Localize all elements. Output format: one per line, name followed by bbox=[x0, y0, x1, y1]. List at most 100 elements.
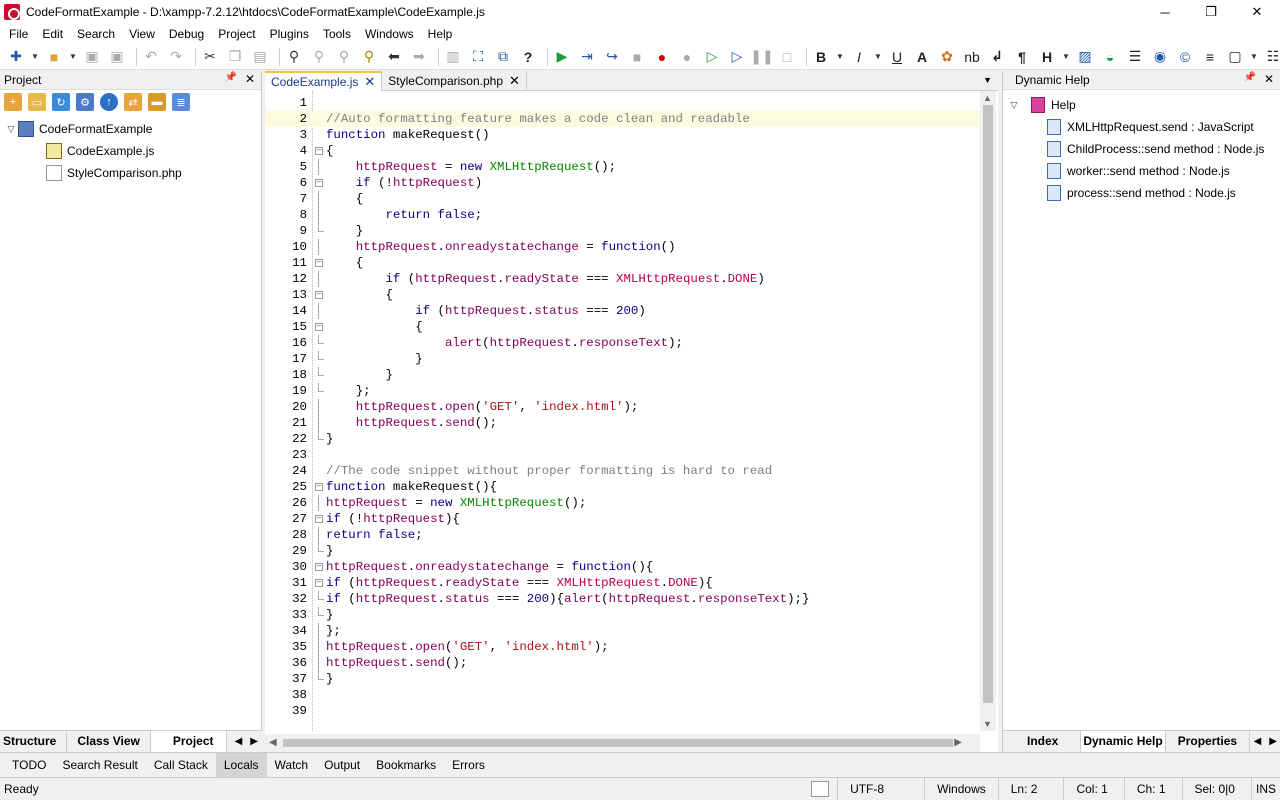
tab-search-result[interactable]: Search Result bbox=[54, 753, 145, 777]
fold-toggle-icon[interactable]: − bbox=[315, 291, 323, 299]
code-line[interactable]: 10 httpRequest.onreadystatechange = func… bbox=[265, 239, 980, 255]
tab-class-view[interactable]: Class View bbox=[67, 731, 151, 752]
windows-icon[interactable]: ⧉ bbox=[493, 47, 513, 67]
code-line[interactable]: 33} bbox=[265, 607, 980, 623]
vertical-scrollbar[interactable]: ▲ ▼ bbox=[980, 91, 996, 731]
image-icon[interactable]: ▨ bbox=[1075, 47, 1095, 67]
maximize-button[interactable]: ❐ bbox=[1188, 0, 1234, 24]
align-center-icon[interactable]: ≡ bbox=[1200, 47, 1220, 67]
clear-breakpoints-icon[interactable]: ● bbox=[677, 47, 697, 67]
line-break-icon[interactable]: ↲ bbox=[987, 47, 1007, 67]
tab-scroll-right-icon[interactable]: ▶ bbox=[250, 736, 258, 747]
list-icon[interactable]: ☷ bbox=[1263, 47, 1280, 67]
scroll-down-arrow-icon[interactable]: ▼ bbox=[983, 719, 992, 729]
open-dropdown-icon[interactable]: ▼ bbox=[69, 47, 77, 67]
code-line[interactable]: 8 return false; bbox=[265, 207, 980, 223]
fold-toggle-icon[interactable]: − bbox=[315, 259, 323, 267]
fold-toggle-icon[interactable]: − bbox=[315, 579, 323, 587]
code-line[interactable]: 39 bbox=[265, 703, 980, 719]
code-line[interactable]: 16 alert(httpRequest.responseText); bbox=[265, 335, 980, 351]
font-icon[interactable]: A bbox=[912, 47, 932, 67]
tree-item-codeexample-js[interactable]: CodeExample.js bbox=[0, 140, 261, 162]
code-line[interactable]: 11− { bbox=[265, 255, 980, 271]
save-all-icon[interactable]: ▣ bbox=[107, 47, 127, 67]
run-to-cursor-icon[interactable]: ▷ bbox=[727, 47, 747, 67]
code-line[interactable]: 5 httpRequest = new XMLHttpRequest(); bbox=[265, 159, 980, 175]
continue-icon[interactable]: ▷ bbox=[702, 47, 722, 67]
properties-icon[interactable]: ≣ bbox=[172, 93, 190, 111]
scroll-left-arrow-icon[interactable]: ◀ bbox=[269, 737, 277, 748]
breakpoint-icon[interactable]: ● bbox=[652, 47, 672, 67]
code-line[interactable]: 35 httpRequest.open('GET', 'index.html'); bbox=[265, 639, 980, 655]
fold-toggle-icon[interactable]: − bbox=[315, 515, 323, 523]
non-breaking-space-icon[interactable]: nb bbox=[962, 47, 982, 67]
help-item[interactable]: ChildProcess::send method : Node.js bbox=[1003, 138, 1280, 160]
status-encoding[interactable]: UTF-8 bbox=[837, 778, 924, 800]
menu-view[interactable]: View bbox=[122, 24, 162, 44]
tab-dynamic-help[interactable]: Dynamic Help bbox=[1081, 731, 1166, 752]
fullscreen-icon[interactable]: ⛶ bbox=[468, 47, 488, 67]
navigate-forward-icon[interactable]: ➡ bbox=[409, 47, 429, 67]
fold-toggle-icon[interactable]: − bbox=[315, 179, 323, 187]
code-line[interactable]: 38 bbox=[265, 687, 980, 703]
doc-tab-codeexample-js[interactable]: CodeExample.js ✕ bbox=[265, 71, 383, 91]
vertical-scroll-thumb[interactable] bbox=[983, 105, 993, 703]
status-line-ending[interactable]: Windows bbox=[924, 778, 998, 800]
code-line[interactable]: 34}; bbox=[265, 623, 980, 639]
code-line[interactable]: 23 bbox=[265, 447, 980, 463]
step-into-icon[interactable]: ⇥ bbox=[577, 47, 597, 67]
help-root[interactable]: ▽ Help bbox=[1003, 94, 1280, 116]
code-line[interactable]: 29} bbox=[265, 543, 980, 559]
code-line[interactable]: 2 //Auto formatting feature makes a code … bbox=[265, 111, 980, 127]
new-dropdown-icon[interactable]: ▼ bbox=[31, 47, 39, 67]
code-line[interactable]: 21 httpRequest.send(); bbox=[265, 415, 980, 431]
new-file-icon[interactable]: ✚ bbox=[6, 47, 26, 67]
tab-watch[interactable]: Watch bbox=[267, 753, 317, 777]
run-icon[interactable]: ▶ bbox=[552, 47, 572, 67]
tab-errors[interactable]: Errors bbox=[444, 753, 493, 777]
cut-icon[interactable]: ✂ bbox=[200, 47, 220, 67]
italic-icon[interactable]: I bbox=[849, 47, 869, 67]
tab-output[interactable]: Output bbox=[316, 753, 368, 777]
code-line[interactable]: 24 //The code snippet without proper form… bbox=[265, 463, 980, 479]
help-item[interactable]: worker::send method : Node.js bbox=[1003, 160, 1280, 182]
help-icon[interactable]: ? bbox=[518, 47, 538, 67]
code-line[interactable]: 37} bbox=[265, 671, 980, 687]
stop-icon[interactable]: ■ bbox=[627, 47, 647, 67]
add-file-icon[interactable]: + bbox=[4, 93, 22, 111]
code-line[interactable]: 25− function makeRequest(){ bbox=[265, 479, 980, 495]
tab-locals[interactable]: Locals bbox=[215, 752, 267, 777]
tab-call-stack[interactable]: Call Stack bbox=[146, 753, 216, 777]
code-line[interactable]: 14 if (httpRequest.status === 200) bbox=[265, 303, 980, 319]
menu-help[interactable]: Help bbox=[421, 24, 460, 44]
minimize-button[interactable]: ─ bbox=[1142, 0, 1188, 24]
pause-icon[interactable]: ❚❚ bbox=[750, 47, 773, 67]
horizontal-scroll-thumb[interactable] bbox=[283, 739, 953, 747]
horizontal-scrollbar[interactable]: ◀ ▶ bbox=[265, 734, 980, 752]
tab-todo[interactable]: TODO bbox=[4, 753, 54, 777]
color-palette-icon[interactable]: ✿ bbox=[937, 47, 957, 67]
tab-scroll-right-icon[interactable]: ▶ bbox=[1269, 736, 1277, 747]
menu-search[interactable]: Search bbox=[70, 24, 122, 44]
code-line[interactable]: 4−{ bbox=[265, 143, 980, 159]
menu-tools[interactable]: Tools bbox=[316, 24, 358, 44]
close-tab-icon[interactable]: ✕ bbox=[364, 74, 375, 90]
bold-dropdown-icon[interactable]: ▼ bbox=[836, 47, 844, 67]
code-editor[interactable]: 1 2//Auto formatting feature makes a code… bbox=[265, 91, 998, 731]
tree-item-project[interactable]: ▽ CodeFormatExample bbox=[0, 118, 261, 140]
code-line[interactable]: 28 return false; bbox=[265, 527, 980, 543]
find-in-files-icon[interactable]: ⚲ bbox=[359, 47, 379, 67]
code-line[interactable]: 3 function makeRequest() bbox=[265, 127, 980, 143]
scroll-right-arrow-icon[interactable]: ▶ bbox=[954, 737, 962, 748]
upload-icon[interactable]: ↑ bbox=[100, 93, 118, 111]
menu-edit[interactable]: Edit bbox=[35, 24, 70, 44]
code-line[interactable]: 36 httpRequest.send(); bbox=[265, 655, 980, 671]
close-panel-icon[interactable]: ✕ bbox=[1264, 72, 1274, 86]
save-icon[interactable]: ▣ bbox=[82, 47, 102, 67]
tree-item-stylecomparison-php[interactable]: StyleComparison.php bbox=[0, 162, 261, 184]
paste-icon[interactable]: ▤ bbox=[250, 47, 270, 67]
scroll-up-arrow-icon[interactable]: ▲ bbox=[983, 93, 992, 103]
close-panel-icon[interactable]: ✕ bbox=[245, 72, 255, 86]
copy-icon[interactable]: ❐ bbox=[225, 47, 245, 67]
open-project-folder-icon[interactable]: ▬ bbox=[148, 93, 166, 111]
